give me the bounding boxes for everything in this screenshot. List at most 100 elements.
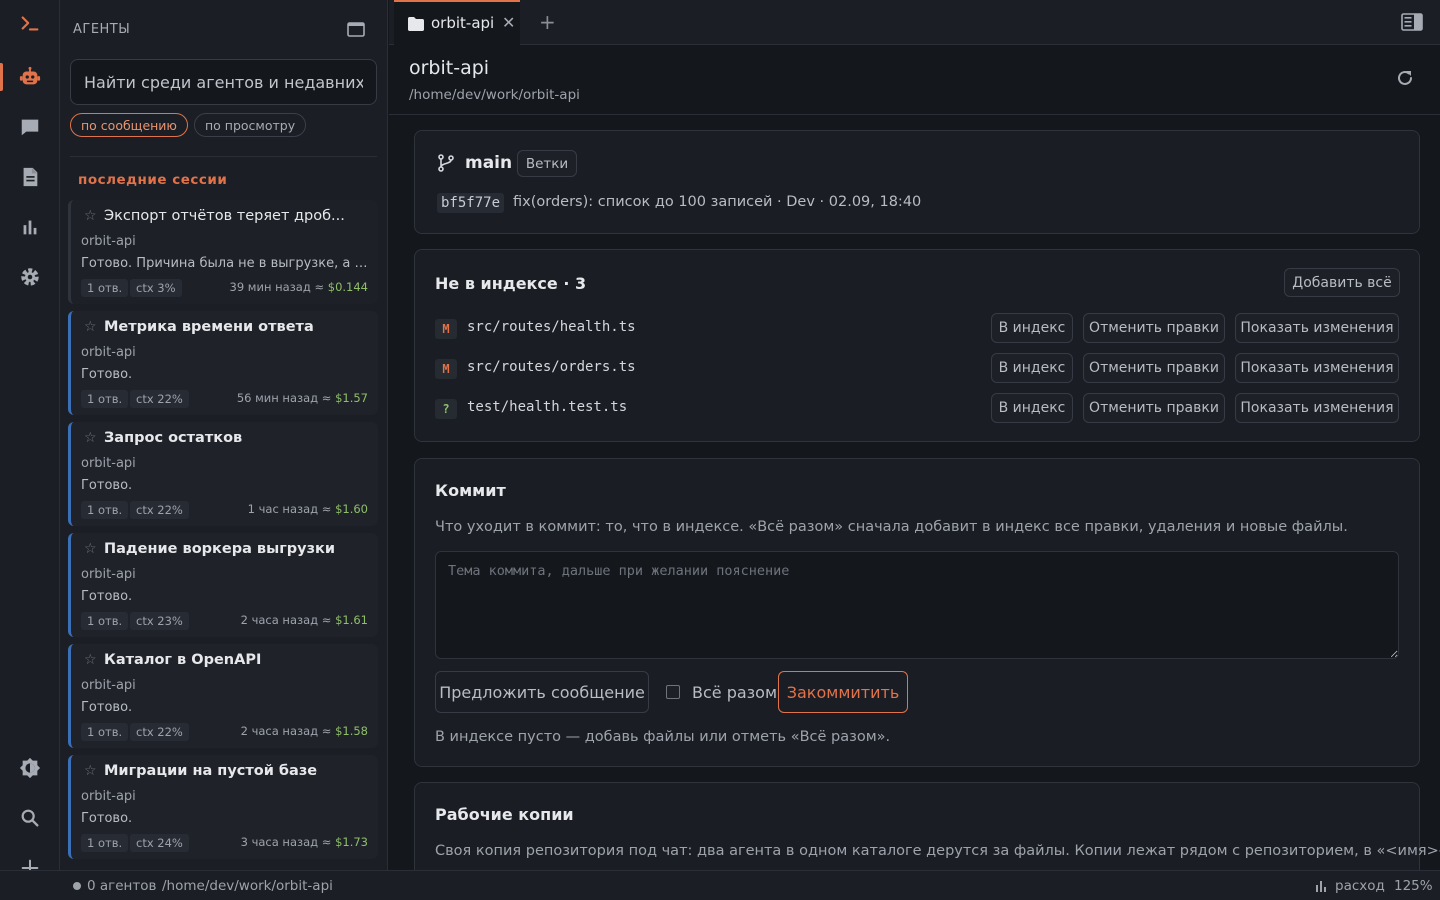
ctx-badge: ctx 23% — [130, 612, 189, 630]
repo-path: /home/dev/work/orbit-api — [409, 87, 580, 103]
new-window-icon[interactable] — [346, 20, 366, 40]
ctx-badge: ctx 22% — [130, 723, 189, 741]
zoom-level[interactable]: 125% — [1394, 878, 1433, 894]
replies-badge: 1 отв. — [81, 390, 129, 408]
new-tab-button[interactable]: + — [539, 10, 556, 34]
commit-hash[interactable]: bf5f77e — [437, 193, 505, 213]
file-status-badge: M — [435, 359, 457, 379]
document-icon[interactable] — [0, 157, 60, 197]
revert-button[interactable]: Отменить правки — [1083, 313, 1225, 343]
session-project: orbit-api — [81, 678, 136, 693]
session-time: 2 часа назад ≈ $1.61 — [240, 613, 368, 627]
activity-bar — [0, 0, 60, 877]
session-cost: $1.61 — [335, 613, 368, 627]
session-time: 3 часа назад ≈ $1.73 — [240, 835, 368, 849]
star-icon[interactable]: ☆ — [84, 430, 97, 446]
session-item[interactable]: ☆ Экспорт отчётов теряет дроб... orbit-a… — [68, 200, 378, 304]
branches-button[interactable]: Ветки — [517, 150, 577, 177]
last-commit-message: fix(orders): список до 100 записей · Dev… — [513, 194, 922, 210]
star-icon[interactable]: ☆ — [84, 208, 97, 224]
agents-count[interactable]: 0 агентов — [87, 878, 156, 894]
file-row: M src/routes/health.ts В индекс Отменить… — [435, 313, 1401, 343]
ctx-badge: ctx 24% — [130, 834, 189, 852]
spend-chart-icon — [1315, 880, 1327, 892]
worktrees-card: Рабочие копии Своя копия репозитория под… — [414, 782, 1440, 870]
file-path[interactable]: src/routes/health.ts — [467, 319, 636, 335]
file-path[interactable]: src/routes/orders.ts — [467, 359, 636, 375]
agents-status-dot — [73, 882, 81, 890]
sidebar-title: АГЕНТЫ — [73, 22, 131, 37]
star-icon[interactable]: ☆ — [84, 763, 97, 779]
stage-button[interactable]: В индекс — [991, 313, 1073, 343]
branch-card: main Ветки bf5f77e fix(orders): список д… — [414, 130, 1420, 234]
stats-chart-icon[interactable] — [0, 207, 60, 247]
agents-robot-icon[interactable] — [0, 57, 60, 97]
branch-icon — [437, 154, 455, 172]
filter-by-message[interactable]: по сообщению — [70, 113, 188, 137]
stage-button[interactable]: В индекс — [991, 353, 1073, 383]
commit-message-input[interactable] — [435, 551, 1399, 659]
settings-gear-icon[interactable] — [0, 257, 60, 297]
show-diff-button[interactable]: Показать изменения — [1235, 313, 1399, 343]
worktrees-title: Рабочие копии — [435, 805, 574, 824]
status-path: /home/dev/work/orbit-api — [162, 878, 333, 894]
file-status-badge: M — [435, 319, 457, 339]
session-cost: $1.58 — [335, 724, 368, 738]
unstaged-card: Не в индексе · 3 Добавить всё M src/rout… — [414, 249, 1420, 442]
tab-orbit-api[interactable]: orbit-api ✕ — [394, 0, 520, 45]
session-project: orbit-api — [81, 567, 136, 582]
session-item[interactable]: ☆ Запрос остатков orbit-api Готово. 1 от… — [68, 422, 378, 526]
close-icon[interactable]: ✕ — [502, 13, 515, 32]
replies-badge: 1 отв. — [81, 723, 129, 741]
ctx-badge: ctx 22% — [130, 501, 189, 519]
all-at-once-label[interactable]: Всё разом — [692, 683, 777, 702]
session-title: Метрика времени ответа — [104, 319, 314, 335]
ctx-badge: ctx 22% — [130, 390, 189, 408]
session-item[interactable]: ☆ Падение воркера выгрузки orbit-api Гот… — [68, 533, 378, 637]
session-title: Экспорт отчётов теряет дроб... — [104, 208, 345, 224]
file-row: M src/routes/orders.ts В индекс Отменить… — [435, 353, 1401, 383]
add-all-button[interactable]: Добавить всё — [1284, 268, 1400, 297]
session-cost: $1.73 — [335, 835, 368, 849]
session-item[interactable]: ☆ Миграции на пустой базе orbit-api Гото… — [68, 755, 378, 859]
session-item[interactable]: ☆ Метрика времени ответа orbit-api Готов… — [68, 311, 378, 415]
star-icon[interactable]: ☆ — [84, 541, 97, 557]
terminal-logo-icon[interactable] — [0, 3, 60, 43]
search-icon[interactable] — [0, 798, 60, 838]
search-input[interactable] — [70, 59, 377, 105]
session-result: Готово. — [81, 367, 133, 382]
refresh-icon[interactable] — [1395, 68, 1415, 88]
session-project: orbit-api — [81, 789, 136, 804]
session-cost: $1.60 — [335, 502, 368, 516]
session-item[interactable]: ☆ Каталог в OpenAPI orbit-api Готово. 1 … — [68, 644, 378, 748]
folder-icon — [408, 17, 424, 31]
suggest-message-button[interactable]: Предложить сообщение — [435, 671, 649, 713]
session-result: Готово. — [81, 811, 133, 826]
session-title: Запрос остатков — [104, 430, 243, 446]
all-at-once-checkbox[interactable] — [666, 685, 680, 699]
chat-icon[interactable] — [0, 107, 60, 147]
commit-description: Что уходит в коммит: то, что в индексе. … — [435, 519, 1348, 535]
file-status-badge: ? — [435, 399, 457, 419]
star-icon[interactable]: ☆ — [84, 319, 97, 335]
session-title: Падение воркера выгрузки — [104, 541, 336, 557]
star-icon[interactable]: ☆ — [84, 652, 97, 668]
show-diff-button[interactable]: Показать изменения — [1235, 353, 1399, 383]
revert-button[interactable]: Отменить правки — [1083, 393, 1225, 423]
session-project: orbit-api — [81, 345, 136, 360]
session-project: orbit-api — [81, 234, 136, 249]
repo-header: orbit-api /home/dev/work/orbit-api — [389, 45, 1440, 115]
spend-button[interactable]: расход — [1335, 878, 1385, 894]
session-result: Готово. — [81, 478, 133, 493]
theme-toggle-icon[interactable] — [0, 748, 60, 788]
file-path[interactable]: test/health.test.ts — [467, 399, 627, 415]
commit-button[interactable]: Закоммитить — [778, 671, 908, 713]
revert-button[interactable]: Отменить правки — [1083, 353, 1225, 383]
layout-toggle-icon[interactable] — [1401, 12, 1423, 32]
stage-button[interactable]: В индекс — [991, 393, 1073, 423]
session-result: Готово. — [81, 700, 133, 715]
session-time: 2 часа назад ≈ $1.58 — [240, 724, 368, 738]
session-result: Готово. — [81, 589, 133, 604]
show-diff-button[interactable]: Показать изменения — [1235, 393, 1399, 423]
filter-by-view[interactable]: по просмотру — [194, 113, 307, 137]
